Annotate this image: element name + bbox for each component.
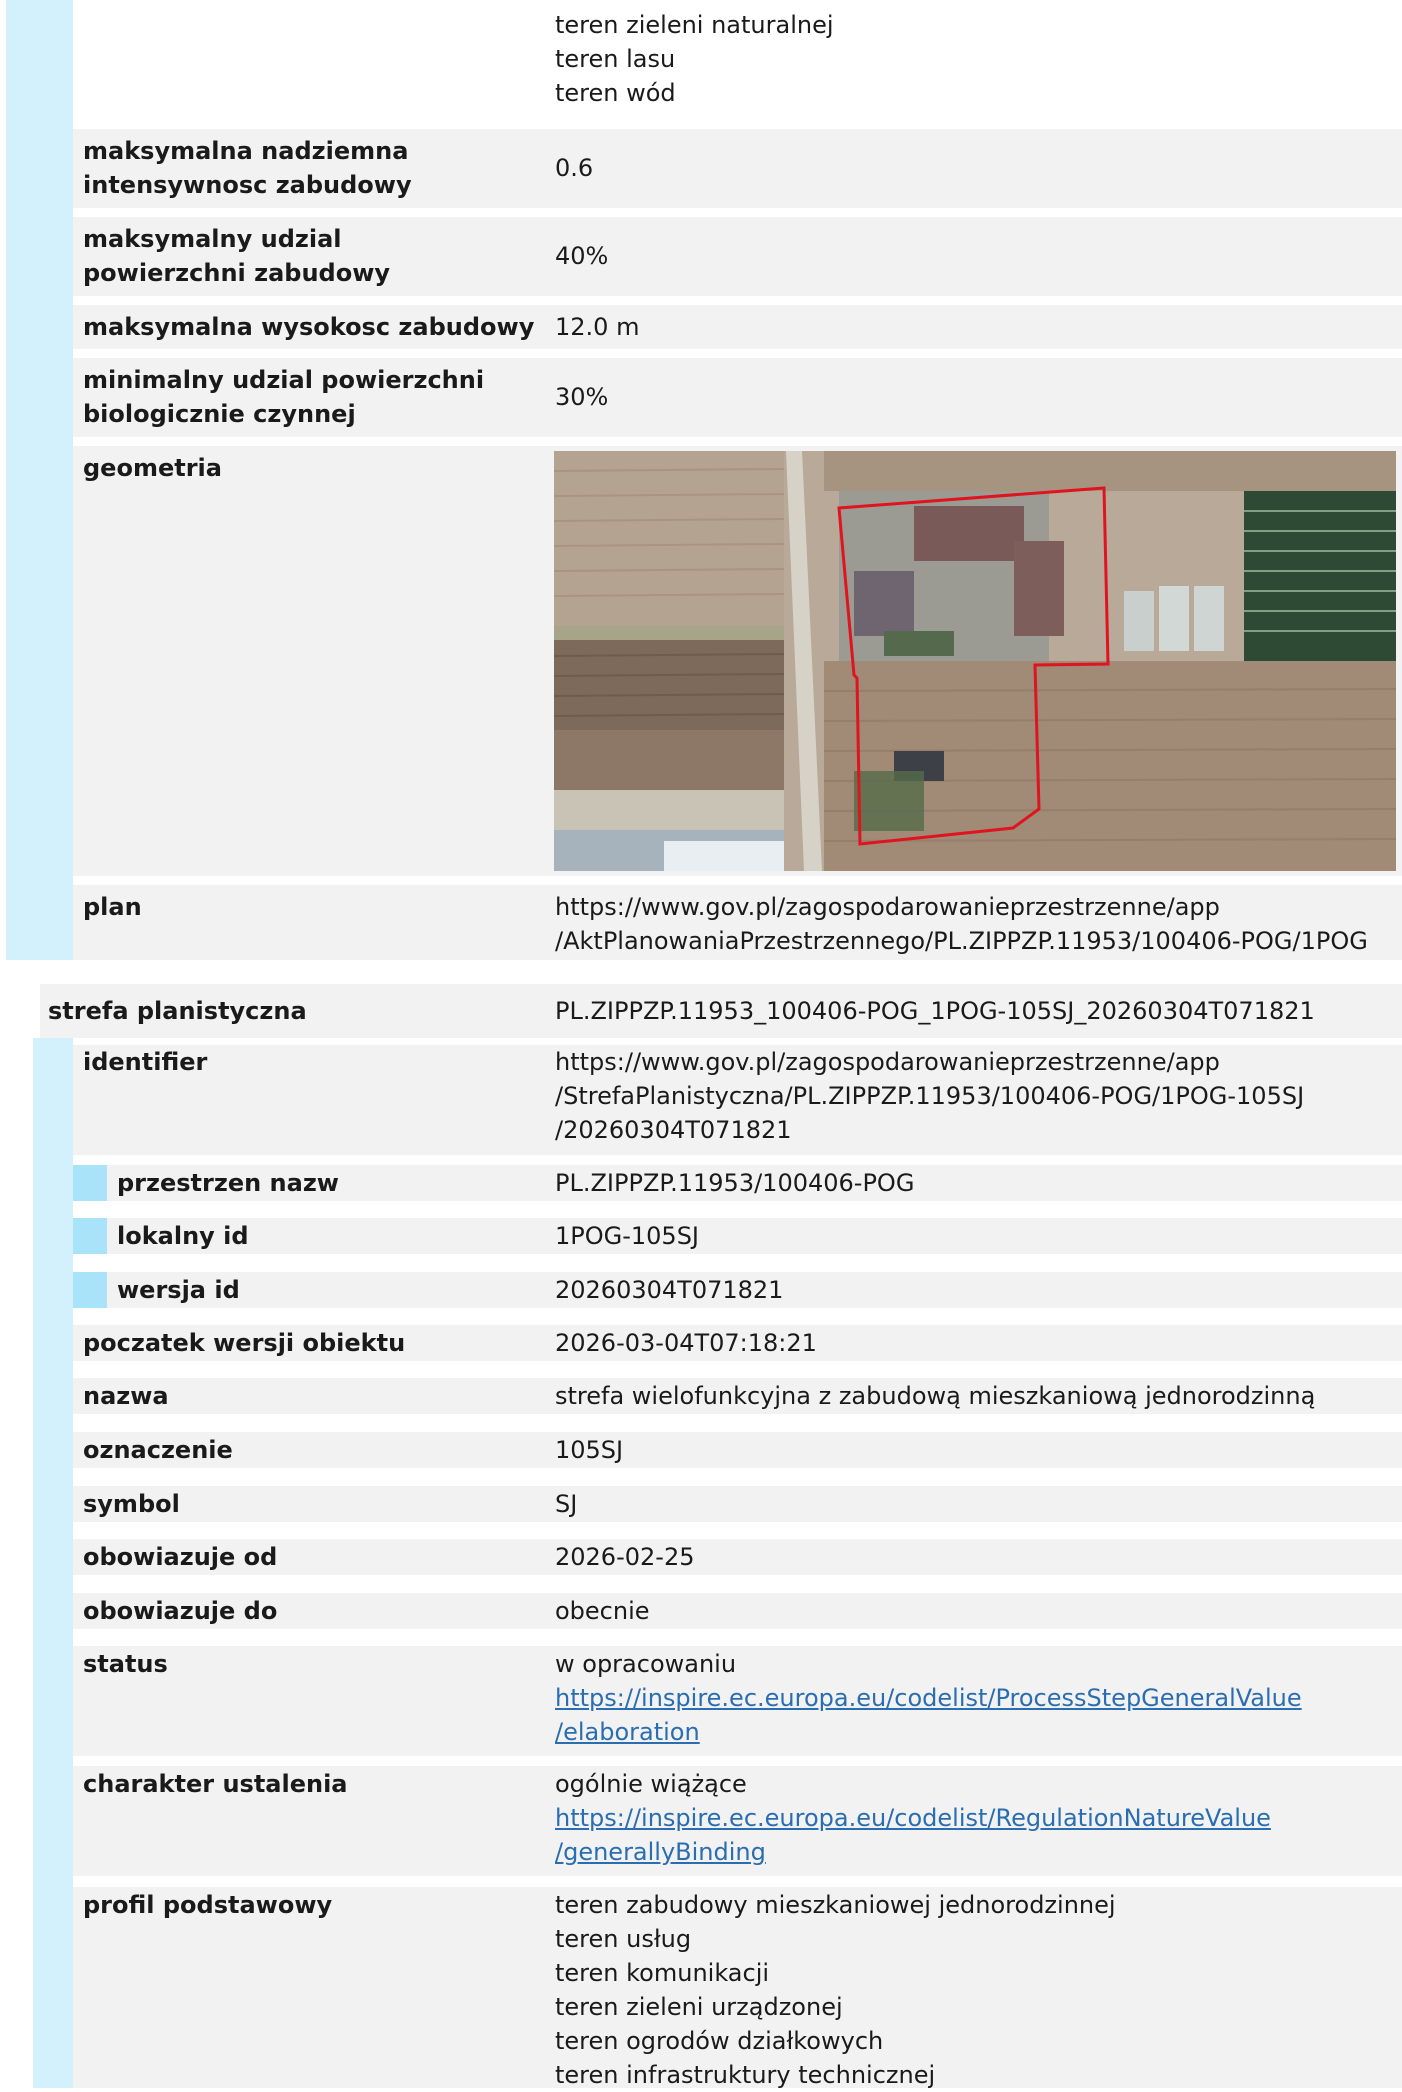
indent-bar: [33, 0, 73, 960]
status-label: status: [83, 1650, 168, 1678]
plan-row: plan https://www.gov.pl/zagospodarowanie…: [73, 885, 1402, 960]
intensity-value: 0.6: [555, 154, 594, 182]
max-height-value: 12.0 m: [555, 313, 640, 341]
identifier-value: https://www.gov.pl/zagospodarowanieprzes…: [555, 1048, 1305, 1144]
local-id-row: lokalny id 1POG-105SJ: [107, 1218, 1402, 1254]
status-row: status w opracowaniu https://inspire.ec.…: [73, 1646, 1402, 1756]
indent-bar: [73, 1165, 107, 1201]
regulation-codelist-link[interactable]: https://inspire.ec.europa.eu/codelist/Re…: [555, 1804, 1271, 1832]
max-height-row: maksymalna wysokosc zabudowy 12.0 m: [73, 305, 1402, 349]
version-id-value: 20260304T071821: [555, 1276, 784, 1304]
landuse-row: teren zieleni naturalnej teren lasu tere…: [73, 0, 1402, 116]
indent-bar: [6, 0, 33, 960]
name-row: nazwa strefa wielofunkcyjna z zabudową m…: [73, 1378, 1402, 1414]
plan-value: https://www.gov.pl/zagospodarowanieprzes…: [555, 893, 1368, 955]
symbol-row: symbol SJ: [73, 1486, 1402, 1522]
plan-label: plan: [83, 893, 142, 921]
list-item: teren ogrodów działkowych: [555, 2027, 884, 2055]
valid-to-row: obowiazuje do obecnie: [73, 1593, 1402, 1629]
intensity-label: maksymalna nadziemna intensywnosc zabudo…: [83, 137, 412, 199]
identifier-label: identifier: [83, 1048, 208, 1076]
built-share-value: 40%: [555, 242, 609, 270]
regulation-label: charakter ustalenia: [83, 1770, 348, 1798]
local-id-value: 1POG-105SJ: [555, 1222, 700, 1250]
regulation-row: charakter ustalenia ogólnie wiążące http…: [73, 1766, 1402, 1876]
valid-to-label: obowiazuje do: [83, 1597, 278, 1625]
regulation-value: ogólnie wiążące https://inspire.ec.europ…: [555, 1770, 1271, 1866]
symbol-label: symbol: [83, 1490, 180, 1518]
namespace-row: przestrzen nazw PL.ZIPPZP.11953/100406-P…: [107, 1165, 1402, 1201]
bio-share-label: minimalny udzial powierzchni biologiczni…: [83, 366, 485, 428]
zone-header-row: strefa planistyczna PL.ZIPPZP.11953_1004…: [40, 984, 1402, 1038]
status-codelist-link-cont[interactable]: /elaboration: [555, 1718, 700, 1746]
aerial-photo: [554, 451, 1396, 871]
symbol-value: SJ: [555, 1490, 578, 1518]
bio-share-row: minimalny udzial powierzchni biologiczni…: [73, 358, 1402, 437]
version-start-label: poczatek wersji obiektu: [83, 1329, 406, 1357]
valid-from-label: obowiazuje od: [83, 1543, 278, 1571]
indent-bar: [73, 1272, 107, 1308]
local-id-label: lokalny id: [117, 1222, 249, 1250]
namespace-label: przestrzen nazw: [117, 1169, 339, 1197]
indent-bar: [73, 1218, 107, 1254]
name-value: strefa wielofunkcyjna z zabudową mieszka…: [555, 1382, 1316, 1410]
built-share-row: maksymalny udzial powierzchni zabudowy 4…: [73, 217, 1402, 296]
geometry-map[interactable]: [554, 451, 1396, 871]
designation-value: 105SJ: [555, 1436, 624, 1464]
version-id-row: wersja id 20260304T071821: [107, 1272, 1402, 1308]
list-item: teren komunikacji: [555, 1959, 770, 1987]
version-id-label: wersja id: [117, 1276, 240, 1304]
list-item: teren zieleni urządzonej: [555, 1993, 843, 2021]
max-height-label: maksymalna wysokosc zabudowy: [83, 313, 535, 341]
zone-label: strefa planistyczna: [48, 997, 307, 1025]
regulation-codelist-link-cont[interactable]: /generallyBinding: [555, 1838, 766, 1866]
namespace-value: PL.ZIPPZP.11953/100406-POG: [555, 1169, 915, 1197]
version-start-row: poczatek wersji obiektu 2026-03-04T07:18…: [73, 1325, 1402, 1361]
status-value: w opracowaniu https://inspire.ec.europa.…: [555, 1650, 1302, 1746]
geometry-label: geometria: [83, 454, 222, 482]
name-label: nazwa: [83, 1382, 169, 1410]
built-share-label: maksymalny udzial powierzchni zabudowy: [83, 225, 391, 287]
valid-from-value: 2026-02-25: [555, 1543, 695, 1571]
profile-row: profil podstawowy teren zabudowy mieszka…: [73, 1887, 1402, 2089]
list-item: teren zabudowy mieszkaniowej jednorodzin…: [555, 1891, 1116, 1919]
status-codelist-link[interactable]: https://inspire.ec.europa.eu/codelist/Pr…: [555, 1684, 1302, 1712]
list-item: teren infrastruktury technicznej: [555, 2061, 936, 2089]
designation-row: oznaczenie 105SJ: [73, 1432, 1402, 1468]
zone-value: PL.ZIPPZP.11953_100406-POG_1POG-105SJ_20…: [555, 997, 1315, 1025]
landuse-list: teren zieleni naturalnej teren lasu tere…: [555, 11, 834, 107]
designation-label: oznaczenie: [83, 1436, 233, 1464]
valid-from-row: obowiazuje od 2026-02-25: [73, 1539, 1402, 1575]
identifier-row: identifier https://www.gov.pl/zagospodar…: [73, 1045, 1402, 1155]
valid-to-value: obecnie: [555, 1597, 650, 1625]
version-start-value: 2026-03-04T07:18:21: [555, 1329, 817, 1357]
profile-label: profil podstawowy: [83, 1891, 333, 1919]
indent-bar: [33, 1038, 73, 2088]
list-item: teren usług: [555, 1925, 692, 1953]
bio-share-value: 30%: [555, 383, 609, 411]
profile-list: teren zabudowy mieszkaniowej jednorodzin…: [555, 1888, 1402, 2092]
intensity-row: maksymalna nadziemna intensywnosc zabudo…: [73, 129, 1402, 208]
